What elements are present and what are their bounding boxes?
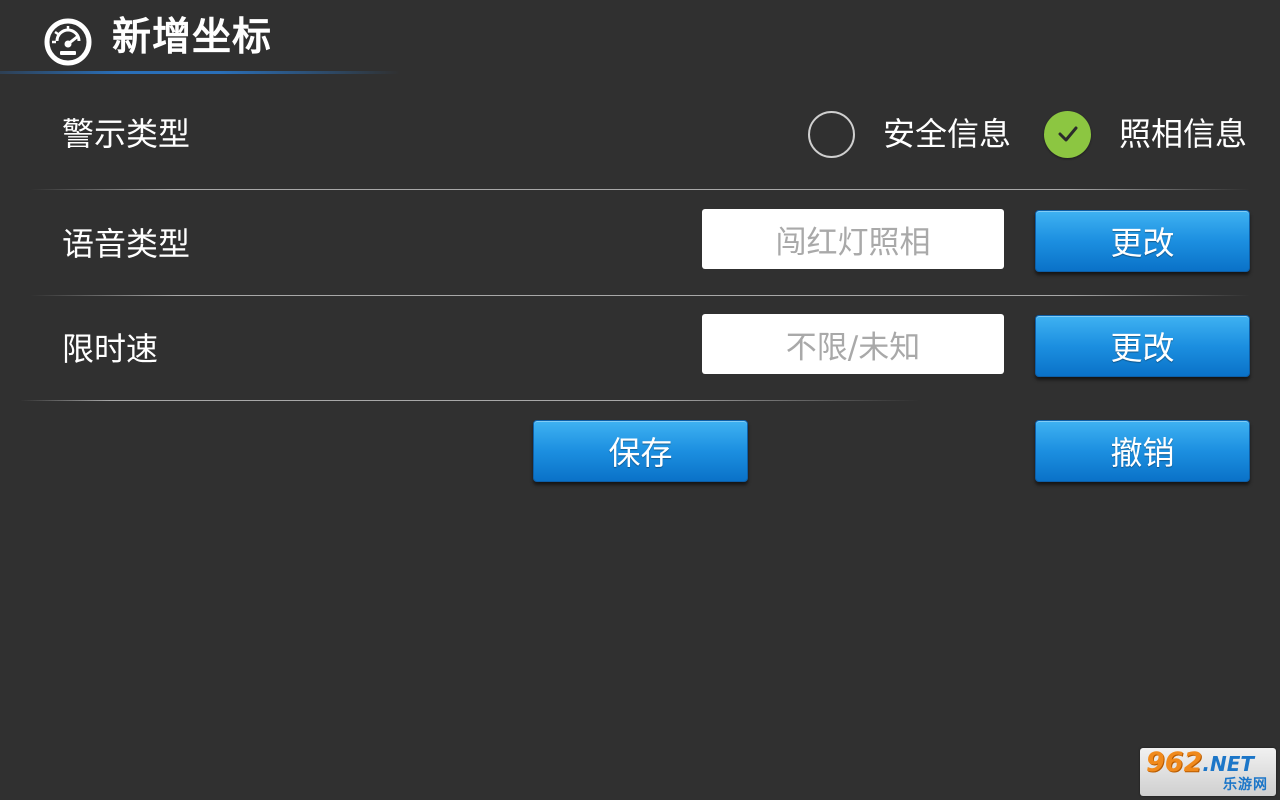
cancel-button[interactable]: 撤销 (1035, 420, 1250, 482)
change-voice-type-button[interactable]: 更改 (1035, 210, 1250, 272)
radio-camera-info-label: 照相信息 (1119, 115, 1248, 153)
header-underline (0, 71, 400, 74)
watermark-logo: 962.NET 乐游网 (1140, 748, 1276, 796)
header: 新增坐标 (0, 0, 1280, 75)
divider (30, 189, 1250, 190)
watermark-subtitle: 乐游网 (1223, 777, 1268, 793)
speedometer-icon (43, 17, 93, 67)
voice-type-label: 语音类型 (62, 225, 191, 263)
watermark-number: 962 (1146, 747, 1203, 778)
radio-camera-info[interactable]: 照相信息 (1044, 108, 1247, 160)
radio-safety-info[interactable]: 安全信息 (808, 108, 1011, 160)
divider (30, 295, 1250, 296)
page-title: 新增坐标 (112, 15, 273, 60)
checkmark-icon[interactable] (1044, 110, 1091, 158)
warning-type-label: 警示类型 (62, 115, 191, 153)
speed-limit-label: 限时速 (62, 330, 159, 368)
voice-type-field[interactable]: 闯红灯照相 (702, 209, 1004, 269)
watermark-suffix: .NET (1202, 752, 1255, 776)
radio-safety-info-label: 安全信息 (883, 115, 1012, 153)
speed-limit-field[interactable]: 不限/未知 (702, 314, 1004, 374)
save-button[interactable]: 保存 (533, 420, 748, 482)
radio-unchecked-icon[interactable] (808, 110, 855, 158)
add-coordinate-page: 新增坐标 警示类型 安全信息 照相信息 语音类型 闯红灯照相 更改 限时速 不限… (0, 0, 1280, 800)
divider (20, 400, 920, 401)
change-speed-limit-button[interactable]: 更改 (1035, 315, 1250, 377)
